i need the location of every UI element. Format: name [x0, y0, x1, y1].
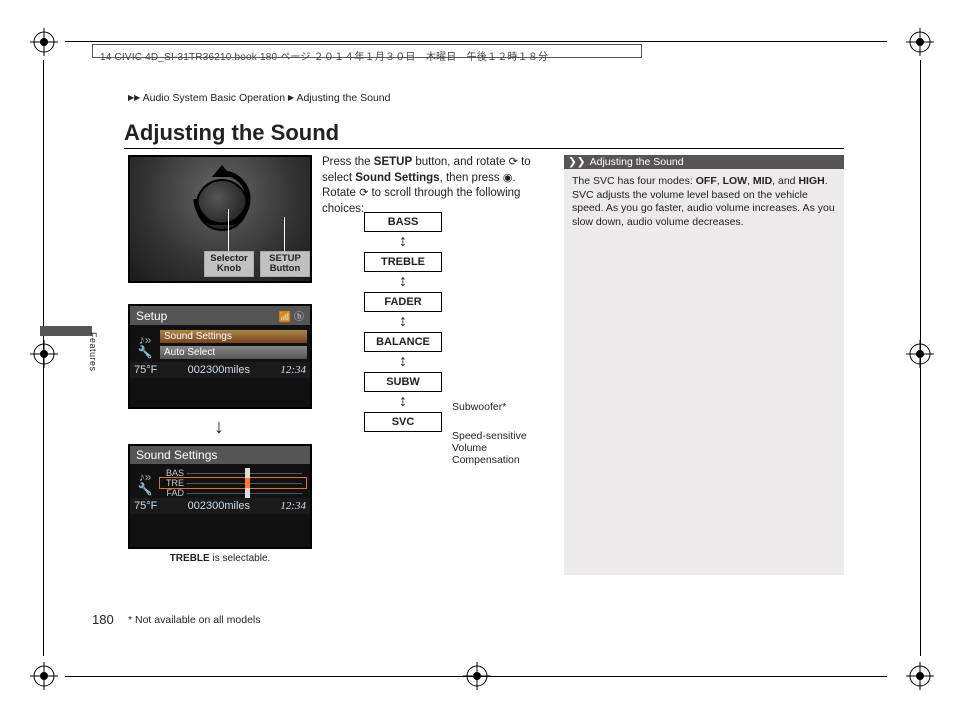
signal-icon: 📶 ⓑ	[279, 308, 304, 323]
choice-balance: BALANCE	[364, 332, 442, 352]
status-odometer: 002300miles	[188, 500, 250, 512]
updown-arrow-icon: ↕	[364, 272, 442, 292]
screen-title: Sound Settings	[136, 448, 217, 462]
crop-mark-icon	[30, 662, 58, 690]
status-temp: 75°F	[134, 364, 157, 376]
chevron-right-icon: ❯❯	[568, 156, 586, 168]
updown-arrow-icon: ↕	[364, 352, 442, 372]
updown-arrow-icon: ↕	[364, 232, 442, 252]
section-tab-label: Features	[88, 332, 98, 372]
rotate-arrow-icon	[182, 165, 262, 225]
sound-choices-list: BASS ↕ TREBLE ↕ FADER ↕ BALANCE ↕ SUBW ↕…	[364, 212, 442, 432]
info-sidebar-body: The SVC has four modes: OFF, LOW, MID, a…	[564, 169, 844, 236]
figure-screen-sound-settings: Sound Settings ♪»🔧 BAS TRE FAD 75°F 0023…	[128, 444, 312, 549]
breadcrumb-seg: Adjusting the Sound	[296, 92, 390, 104]
figure-hardware-controls: SelectorKnob SETUPButton	[128, 155, 312, 283]
menu-item-auto-select: Auto Select	[160, 346, 307, 359]
callout-selector-knob: SelectorKnob	[204, 251, 254, 277]
status-odometer: 002300miles	[188, 364, 250, 376]
breadcrumb: ▶▶ Audio System Basic Operation ▶ Adjust…	[128, 92, 390, 104]
menu-item-sound-settings: Sound Settings	[160, 330, 307, 343]
crop-mark-icon	[30, 340, 58, 368]
crop-line	[65, 676, 887, 677]
updown-arrow-icon: ↕	[364, 392, 442, 412]
section-tab-bar	[40, 326, 92, 336]
source-filename: 14 CIVIC 4D_SI-31TR36210.book 180 ページ ２０…	[100, 48, 548, 63]
press-knob-icon: ◉	[503, 172, 513, 184]
choice-bass: BASS	[364, 212, 442, 232]
triangle-icon: ▶	[288, 93, 294, 102]
figure-caption: TREBLE is selectable.	[128, 553, 312, 564]
callout-setup-button: SETUPButton	[260, 251, 310, 277]
footnote: * Not available on all models	[128, 614, 261, 626]
choice-svc: SVC	[364, 412, 442, 432]
page-title: Adjusting the Sound	[124, 120, 844, 149]
info-sidebar-head: ❯❯ Adjusting the Sound	[564, 155, 844, 169]
rotate-knob-icon: ⟳	[359, 187, 368, 199]
choice-subwoofer: SUBW	[364, 372, 442, 392]
status-temp: 75°F	[134, 500, 157, 512]
note-subwoofer: Subwoofer*	[452, 401, 532, 413]
page-number: 180	[92, 612, 114, 627]
info-sidebar: ❯❯ Adjusting the Sound The SVC has four …	[564, 155, 844, 575]
choice-fader: FADER	[364, 292, 442, 312]
status-clock: 12:34	[280, 364, 306, 376]
crop-mark-icon	[906, 662, 934, 690]
breadcrumb-seg: Audio System Basic Operation	[143, 92, 285, 104]
rotate-knob-icon: ⟳	[509, 156, 518, 168]
status-clock: 12:34	[280, 500, 306, 512]
crop-mark-icon	[906, 28, 934, 56]
choice-treble: TREBLE	[364, 252, 442, 272]
crop-mark-icon	[30, 28, 58, 56]
triangle-icon: ▶▶	[128, 93, 140, 102]
figure-screen-setup: Setup 📶 ⓑ ♪»🔧 Sound Settings Auto Select…	[128, 304, 312, 409]
screen-title: Setup	[136, 309, 167, 323]
crop-line	[43, 60, 44, 656]
music-settings-icon: ♪»🔧	[130, 334, 160, 358]
music-settings-icon: ♪»🔧	[130, 471, 160, 495]
instructions-paragraph: Press the SETUP button, and rotate ⟳ to …	[322, 155, 550, 217]
note-svc: Speed-sensitive Volume Compensation	[452, 430, 542, 466]
crop-line	[65, 41, 887, 42]
down-arrow-icon: ↓	[214, 416, 224, 439]
crop-line	[920, 60, 921, 656]
updown-arrow-icon: ↕	[364, 312, 442, 332]
